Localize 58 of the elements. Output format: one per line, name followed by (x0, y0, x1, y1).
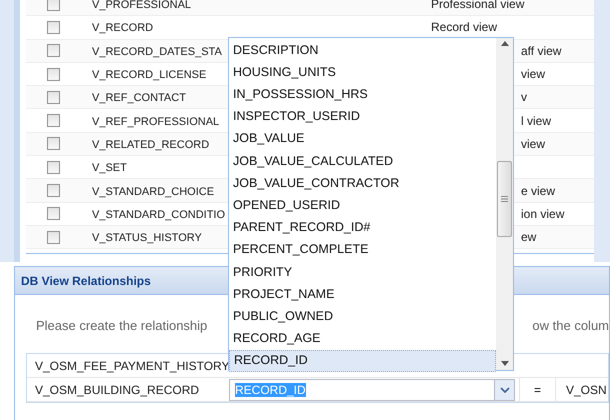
view-name: V_REF_PROFESSIONAL (92, 116, 220, 128)
checkbox[interactable] (47, 207, 60, 220)
view-description: l view (521, 114, 552, 128)
instruction-text: ow the colum (532, 317, 609, 335)
view-name: V_OSM_BUILDING_RECORD (35, 382, 200, 396)
checkbox[interactable] (47, 160, 60, 174)
operator: = (534, 382, 541, 396)
view-description: ew (521, 230, 536, 244)
dropdown-option[interactable]: DESCRIPTION (229, 39, 496, 62)
scrollbar[interactable] (496, 38, 513, 370)
view-name: V_RECORD_LICENSE (92, 69, 206, 82)
dropdown-option[interactable]: RECORD_ID (229, 350, 496, 372)
dropdown-option[interactable]: INSPECTOR_USERID (229, 106, 496, 128)
view-name: V_PROFESSIONAL (92, 0, 192, 12)
view-name: V_STANDARD_CHOICE (92, 186, 214, 198)
view-description: view (521, 67, 546, 82)
checkbox[interactable] (47, 44, 60, 58)
view-description: v (521, 90, 527, 104)
view-name: V_OSM_FEE_PAYMENT_HISTORY (35, 358, 230, 372)
dropdown-option[interactable]: RECORD_AGE (229, 327, 496, 350)
panel-title: DB View Relationships (21, 272, 151, 290)
dropdown-option[interactable]: PARENT_RECORD_ID# (229, 216, 496, 239)
instruction-text: Please create the relationship (36, 317, 208, 335)
dropdown-option[interactable]: PUBLIC_OWNED (229, 305, 496, 328)
scroll-thumb[interactable] (497, 161, 512, 237)
view-description: ion view (521, 206, 564, 221)
checkbox[interactable] (47, 90, 60, 104)
dropdown-option[interactable]: JOB_VALUE_CONTRACTOR (229, 172, 496, 194)
view-name: V_STANDARD_CONDITIO (92, 208, 226, 221)
grip-icon (501, 196, 508, 202)
checkbox[interactable] (47, 137, 60, 150)
view-name: V_RELATED_RECORD (92, 138, 210, 151)
dropdown-option[interactable]: JOB_VALUE_CALCULATED (229, 150, 496, 172)
checkbox[interactable] (47, 68, 60, 81)
view-description: e view (521, 184, 556, 198)
dropdown-option[interactable]: OPENED_USERID (229, 194, 496, 216)
view-name: V_RECORD_DATES_STA (92, 46, 222, 58)
view-name: V_STATUS_HISTORY (92, 232, 202, 244)
dropdown-option[interactable]: PRIORITY (229, 260, 496, 284)
checkbox[interactable] (47, 114, 60, 128)
scroll-down-icon[interactable] (500, 361, 508, 366)
caret-icon[interactable] (494, 380, 514, 400)
dropdown-option[interactable]: PERCENT_COMPLETE (229, 238, 496, 261)
view-description: Record view (431, 20, 498, 34)
view-description: view (521, 136, 546, 151)
view-name: V_SET (92, 162, 127, 174)
view-description: aff view (521, 44, 562, 58)
checkbox[interactable] (47, 184, 60, 198)
view-name: V_OSN (566, 382, 607, 396)
dropdown-option[interactable]: IN_POSSESSION_HRS (229, 83, 496, 106)
dropdown-option[interactable]: JOB_VALUE (229, 128, 496, 150)
checkbox[interactable] (47, 230, 60, 244)
checkbox[interactable] (47, 0, 60, 11)
dropdown-option[interactable]: HOUSING_UNITS (229, 61, 496, 84)
view-name: V_REF_CONTACT (92, 92, 186, 104)
dropdown-option[interactable]: PROJECT_NAME (229, 283, 496, 306)
checkbox[interactable] (47, 20, 60, 34)
view-name: V_RECORD (92, 22, 154, 34)
